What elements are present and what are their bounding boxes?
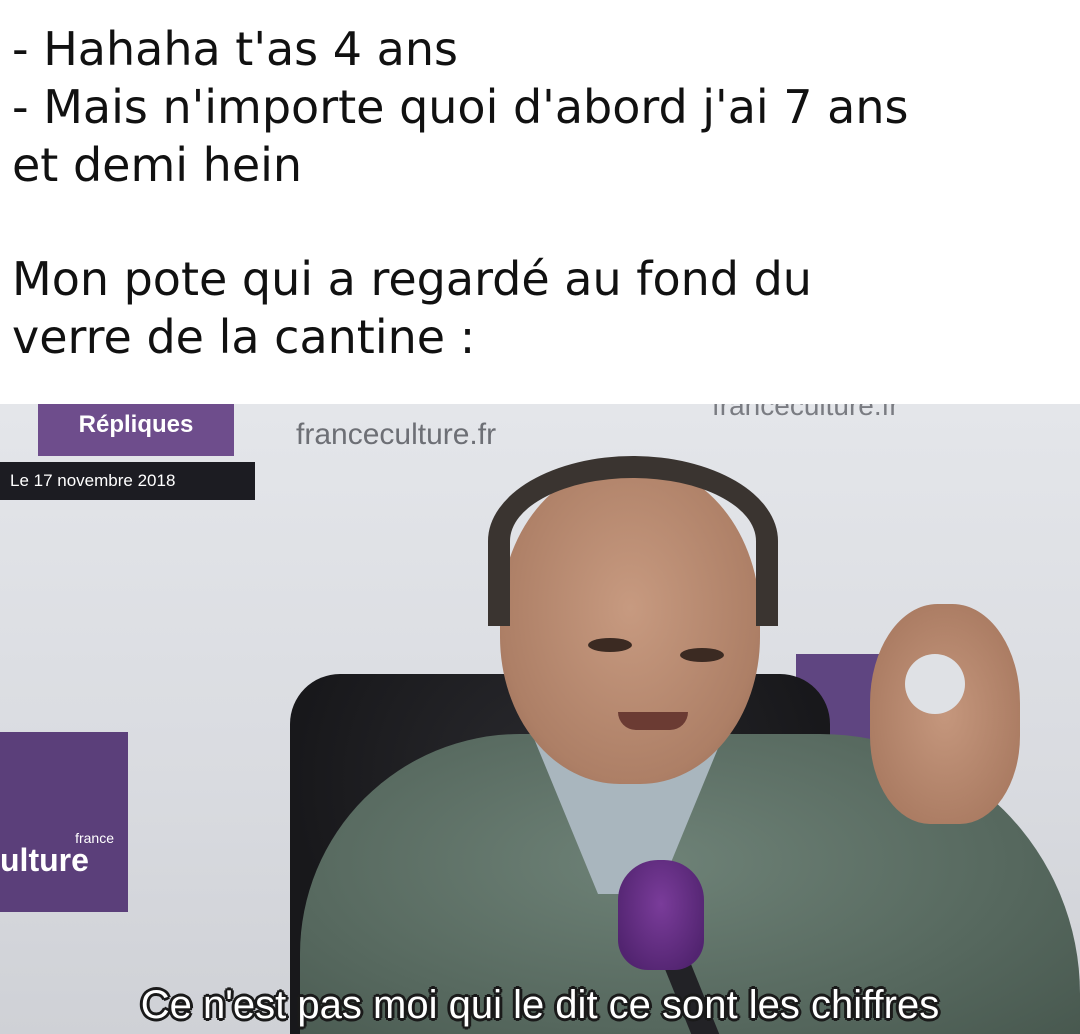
- show-date: Le 17 novembre 2018: [0, 462, 255, 500]
- caption-line-3: et demi hein: [12, 138, 303, 192]
- show-badge: Répliques Le 17 novembre 2018: [0, 404, 255, 500]
- person-mouth: [618, 712, 688, 730]
- show-name: Répliques: [38, 404, 234, 456]
- france-culture-logo: france ulture: [0, 732, 128, 912]
- caption-line-4: Mon pote qui a regardé au fond du: [12, 252, 812, 306]
- caption-line-2: - Mais n'importe quoi d'abord j'ai 7 ans: [12, 80, 909, 134]
- microphone-icon: [618, 860, 704, 970]
- caption-line-1: - Hahaha t'as 4 ans: [12, 22, 458, 76]
- caption-line-5: verre de la cantine :: [12, 310, 476, 364]
- logo-big-text: ulture: [0, 842, 89, 878]
- meme-photo: franceculture.fr franceculture.fr france…: [0, 404, 1080, 1034]
- person-hand: [870, 604, 1020, 824]
- person-right-eye: [680, 648, 724, 662]
- meme-caption: - Hahaha t'as 4 ans - Mais n'importe quo…: [12, 20, 1072, 366]
- person-left-eye: [588, 638, 632, 652]
- hand-ok-gesture: [905, 654, 965, 714]
- video-subtitle: Ce n'est pas moi qui le dit ce sont les …: [140, 983, 940, 1027]
- website-watermark-cropped: franceculture.fr: [712, 404, 899, 421]
- website-watermark: franceculture.fr: [296, 418, 497, 451]
- meme-page: - Hahaha t'as 4 ans - Mais n'importe quo…: [0, 0, 1080, 1034]
